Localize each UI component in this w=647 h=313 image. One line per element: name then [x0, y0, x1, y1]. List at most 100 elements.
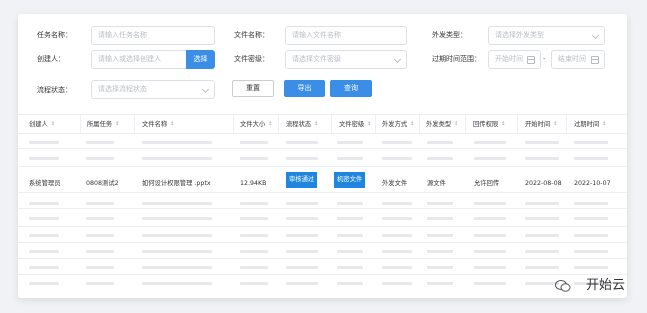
placeholder-cell — [286, 250, 318, 253]
send-type-label: 外发类型： — [432, 31, 467, 39]
column-divider — [80, 115, 81, 133]
placeholder-cell — [86, 217, 114, 220]
placeholder-cell — [240, 250, 268, 253]
placeholder-cell — [286, 141, 318, 144]
placeholder-cell — [427, 266, 453, 269]
start-date-placeholder: 开始时间 — [495, 55, 523, 63]
row-divider — [18, 226, 627, 227]
placeholder-cell — [382, 234, 412, 237]
placeholder-cell — [382, 250, 412, 253]
date-separator: - — [543, 55, 546, 63]
placeholder-cell — [382, 141, 412, 144]
placeholder-cell — [286, 282, 318, 285]
placeholder-cell — [86, 250, 114, 253]
placeholder-cell — [427, 282, 453, 285]
file-send-panel: 任务名称： 请输入任务名称 文件名称： 请输入文件名称 外发类型： 请选择外发类… — [18, 14, 627, 298]
col-flow-status[interactable]: 流程状态 ⇕ — [286, 115, 318, 133]
col-file-size[interactable]: 文件大小 ⇕ — [240, 115, 272, 133]
placeholder-cell — [427, 157, 453, 160]
placeholder-cell — [240, 234, 268, 237]
col-task[interactable]: 所属任务 ⇕ — [87, 115, 119, 133]
placeholder-cell — [286, 217, 318, 220]
start-date-input[interactable]: 开始时间 — [488, 50, 541, 69]
placeholder-cell — [574, 202, 608, 205]
cell-creator: 系统管理员 — [29, 180, 61, 187]
placeholder-cell — [337, 157, 363, 160]
reset-button[interactable]: 重置 — [232, 80, 274, 97]
placeholder-cell — [142, 157, 212, 160]
placeholder-cell — [29, 141, 59, 144]
brand-watermark: 开始云 — [585, 278, 625, 293]
placeholder-cell — [382, 157, 412, 160]
placeholder-cell — [142, 266, 212, 269]
placeholder-cell — [86, 234, 114, 237]
placeholder-cell — [474, 250, 506, 253]
placeholder-cell — [286, 266, 318, 269]
end-date-input[interactable]: 结束时间 — [551, 50, 605, 69]
placeholder-cell — [86, 157, 114, 160]
col-security[interactable]: 文件密级 ⇕ — [339, 115, 371, 133]
placeholder-cell — [286, 202, 318, 205]
file-security-label: 文件密级： — [234, 55, 269, 63]
send-type-select[interactable]: 请选择外发类型 — [488, 26, 605, 45]
placeholder-cell — [337, 266, 363, 269]
flow-status-select[interactable]: 请选择流程状态 — [91, 80, 215, 99]
placeholder-cell — [574, 217, 608, 220]
row-divider — [18, 242, 627, 243]
placeholder-cell — [427, 234, 453, 237]
cell-start-time: 2022-08-08 — [525, 180, 562, 187]
placeholder-cell — [286, 157, 318, 160]
placeholder-cell — [474, 234, 506, 237]
row-divider — [18, 258, 627, 259]
placeholder-cell — [29, 202, 59, 205]
export-button[interactable]: 导出 — [284, 80, 325, 97]
select-creator-button[interactable]: 选择 — [186, 50, 215, 69]
placeholder-cell — [382, 282, 412, 285]
cell-send-method: 外发文件 — [382, 180, 408, 187]
placeholder-cell — [86, 141, 114, 144]
col-send-method[interactable]: 外发方式 ⇕ — [382, 115, 414, 133]
placeholder-cell — [142, 234, 212, 237]
placeholder-cell — [29, 266, 59, 269]
placeholder-cell — [337, 217, 363, 220]
col-file-name[interactable]: 文件名称 ⇕ — [142, 115, 174, 133]
placeholder-cell — [427, 141, 453, 144]
security-badge: 机密文件 — [334, 172, 366, 188]
placeholder-cell — [29, 234, 59, 237]
cell-task: 0808测试2 — [86, 180, 119, 187]
placeholder-cell — [474, 202, 506, 205]
calendar-icon — [591, 56, 599, 64]
cell-return-permission: 允许回传 — [474, 180, 500, 187]
placeholder-cell — [382, 217, 412, 220]
placeholder-cell — [427, 250, 453, 253]
placeholder-cell — [240, 202, 268, 205]
col-return-permission[interactable]: 回传权限 ⇕ — [473, 115, 505, 133]
col-creator[interactable]: 创建人 ⇕ — [29, 115, 55, 133]
placeholder-cell — [337, 234, 363, 237]
placeholder-cell — [574, 157, 608, 160]
placeholder-cell — [142, 217, 212, 220]
creator-input[interactable]: 请输入或选择创建人 — [91, 50, 187, 69]
placeholder-cell — [382, 266, 412, 269]
col-start-time[interactable]: 开始时间 ⇕ — [525, 115, 557, 133]
file-name-input[interactable]: 请输入文件名称 — [285, 26, 407, 45]
placeholder-cell — [525, 141, 559, 144]
placeholder-cell — [474, 141, 506, 144]
column-divider — [375, 115, 376, 133]
placeholder-cell — [427, 202, 453, 205]
column-divider — [465, 115, 466, 133]
col-send-type[interactable]: 外发类型 ⇕ — [426, 115, 458, 133]
cell-send-type: 源文件 — [427, 180, 446, 187]
task-name-input[interactable]: 请输入任务名称 — [91, 26, 215, 45]
expire-range-label: 过期时间范围： — [432, 55, 481, 63]
placeholder-cell — [525, 157, 559, 160]
file-name-label: 文件名称： — [234, 31, 269, 39]
placeholder-cell — [86, 202, 114, 205]
col-expire-time[interactable]: 过期时间 ⇕ — [574, 115, 606, 133]
file-security-select[interactable]: 请选择文件密级 — [285, 50, 407, 69]
wechat-icon — [555, 280, 571, 292]
column-divider — [233, 115, 234, 133]
query-button[interactable]: 查询 — [330, 80, 372, 97]
end-date-placeholder: 结束时间 — [558, 55, 586, 63]
row-divider — [18, 166, 627, 167]
